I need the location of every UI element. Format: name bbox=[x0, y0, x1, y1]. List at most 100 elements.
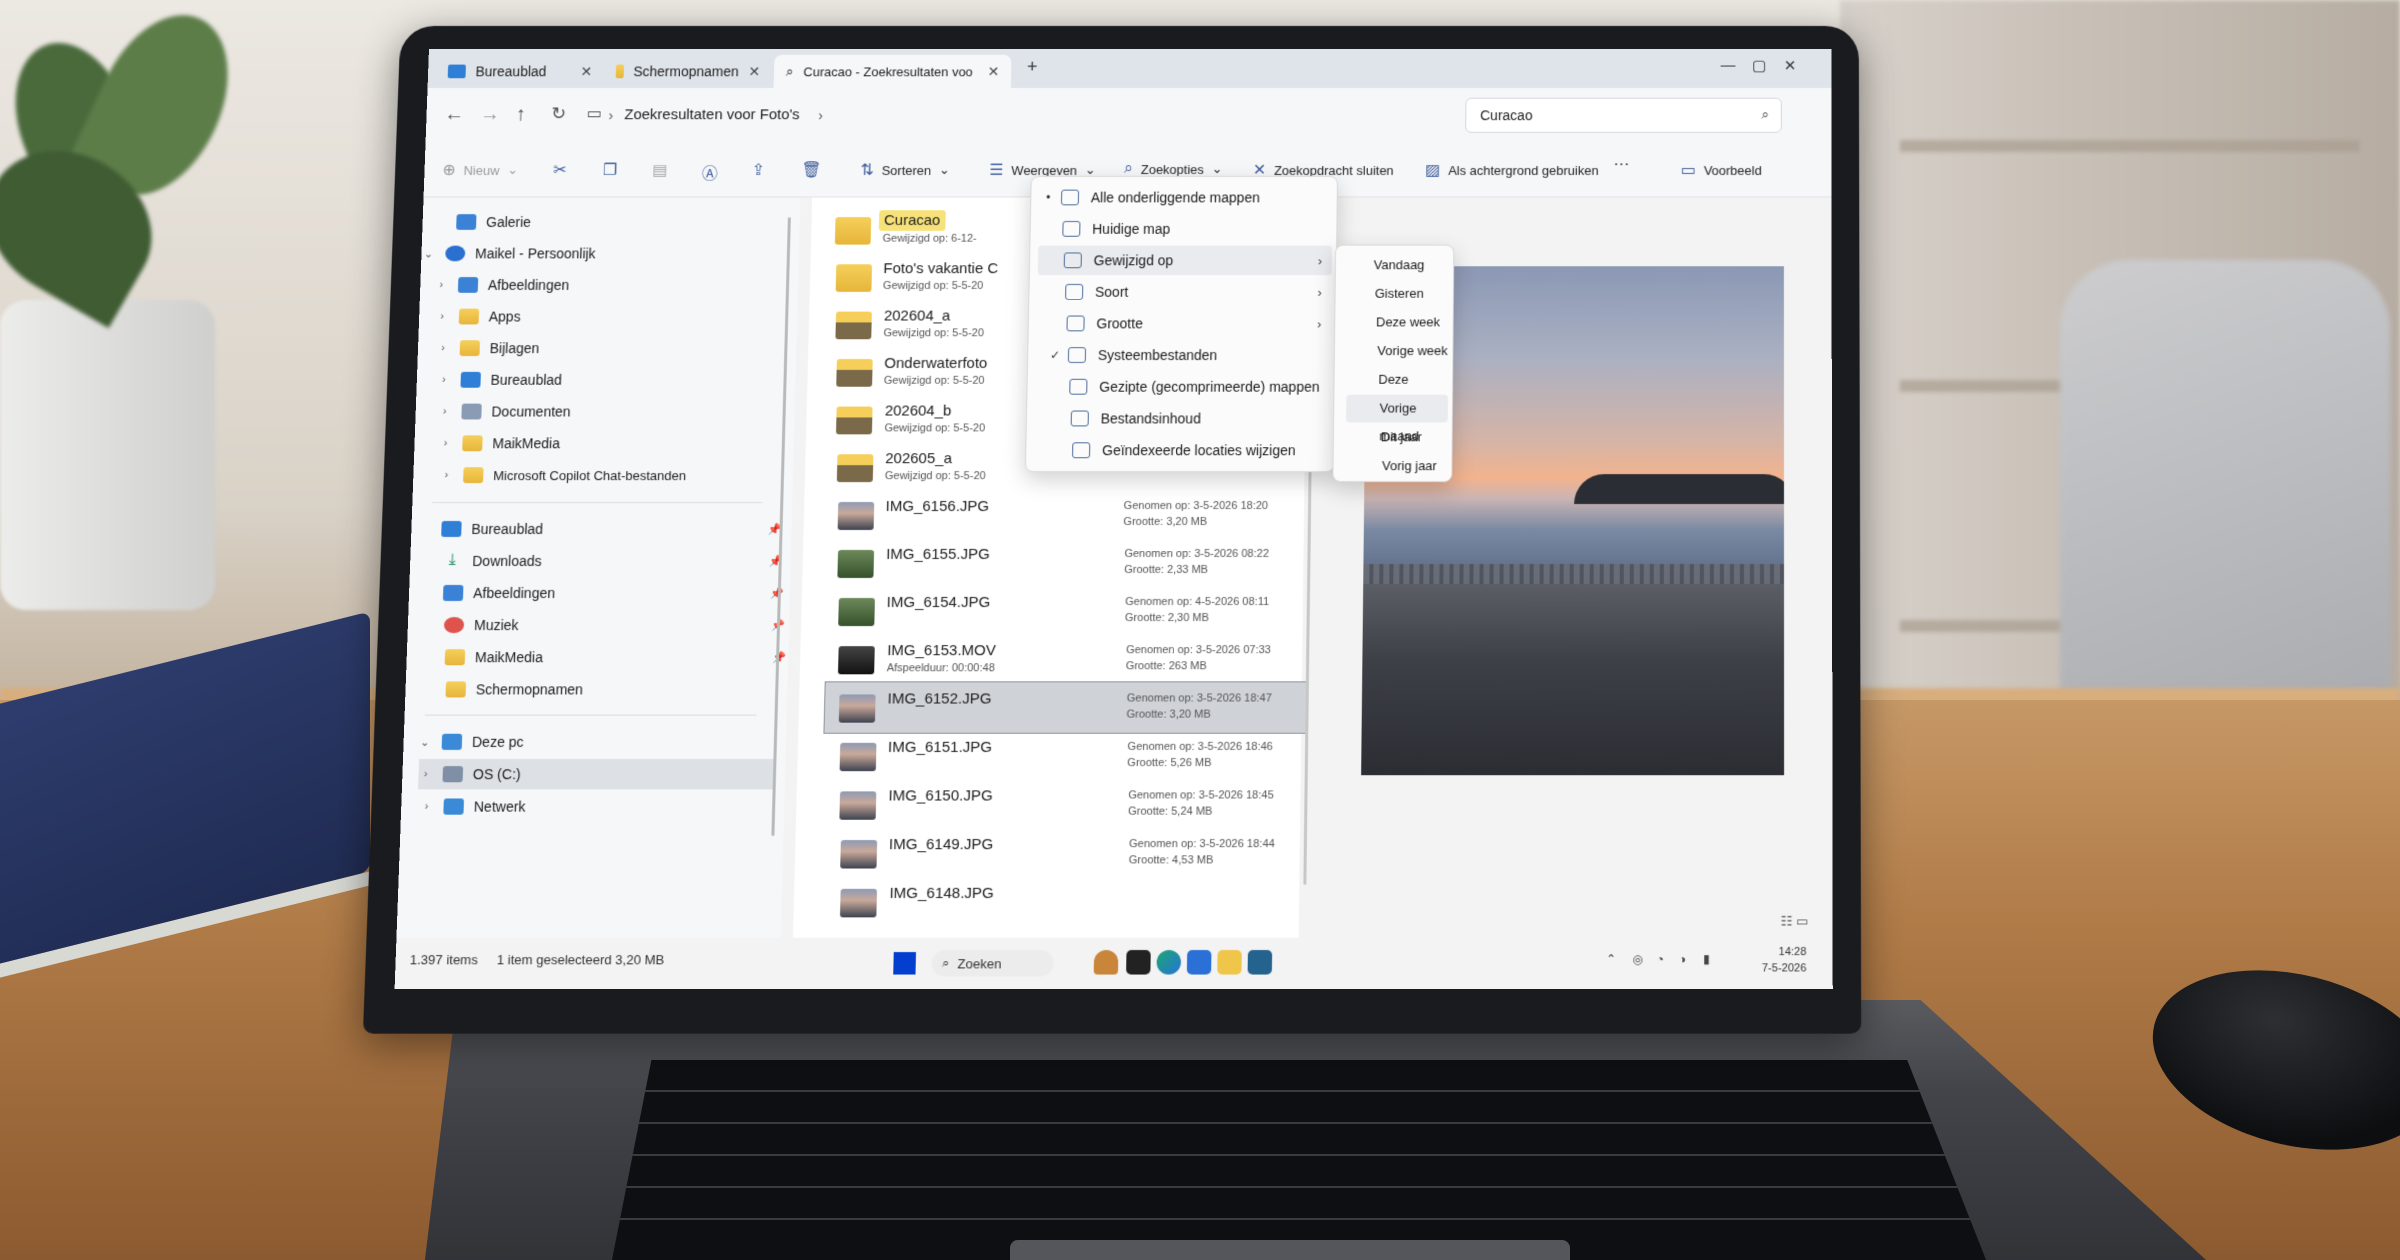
menu-item-kind[interactable]: Soort › bbox=[1039, 277, 1332, 307]
chevron-right-icon[interactable]: › bbox=[419, 801, 434, 813]
rename-button[interactable]: Ⓐ bbox=[702, 160, 719, 184]
windows-start-icon[interactable] bbox=[893, 952, 916, 974]
quick-afbeeldingen[interactable]: Afbeeldingen 📌 bbox=[443, 578, 785, 608]
close-icon[interactable]: ✕ bbox=[748, 63, 760, 80]
nav-bureaublad[interactable]: › Bureaublad bbox=[436, 365, 562, 395]
task-view-icon[interactable] bbox=[1126, 950, 1151, 975]
submenu-item[interactable]: Deze week bbox=[1342, 309, 1449, 337]
back-icon[interactable]: ← bbox=[444, 104, 465, 126]
chevron-right-icon[interactable]: › bbox=[437, 406, 451, 418]
chevron-right-icon[interactable]: › bbox=[818, 107, 823, 123]
app-icon[interactable] bbox=[1248, 950, 1273, 975]
new-button[interactable]: ⊕ Nieuw ⌄ bbox=[442, 160, 518, 180]
submenu-item[interactable]: Vorige maand bbox=[1346, 395, 1448, 423]
file-row[interactable]: IMG_6149.JPG Genomen op: 3-5-2026 18:44 Gr… bbox=[826, 828, 1311, 879]
up-icon[interactable]: ↑ bbox=[515, 104, 526, 126]
tray-app-icon[interactable]: ◎ bbox=[1632, 952, 1643, 966]
file-row[interactable]: IMG_6154.JPG Genomen op: 4-5-2026 08:11 Gr… bbox=[824, 586, 1306, 636]
nav-this-pc[interactable]: ⌄ Deze pc bbox=[417, 727, 524, 757]
forward-icon[interactable]: → bbox=[480, 104, 501, 126]
tray-chevron-icon[interactable]: ⌃ bbox=[1606, 952, 1616, 966]
quick-schermopnamen[interactable]: Schermopnamen bbox=[445, 674, 788, 704]
chevron-right-icon[interactable]: › bbox=[436, 342, 450, 354]
more-button[interactable]: ··· bbox=[1613, 156, 1629, 174]
close-window-icon[interactable]: ✕ bbox=[1784, 57, 1796, 75]
chevron-right-icon[interactable]: › bbox=[437, 374, 451, 386]
submenu-item[interactable]: Dit jaar bbox=[1347, 423, 1448, 451]
battery-icon[interactable]: ▮ bbox=[1703, 952, 1710, 966]
search-input[interactable]: Curacao ⌕ bbox=[1465, 98, 1782, 133]
file-row[interactable]: IMG_6153.MOV Afspeelduur: 00:00:48 Genomen… bbox=[824, 634, 1307, 684]
new-tab-button[interactable]: + bbox=[1027, 57, 1038, 77]
store-icon[interactable] bbox=[1187, 950, 1212, 975]
file-explorer-icon[interactable] bbox=[1217, 950, 1242, 975]
nav-bijlagen[interactable]: › Bijlagen bbox=[435, 333, 539, 363]
wifi-icon[interactable]: ◔ bbox=[1657, 952, 1664, 966]
pin-icon[interactable]: 📌 bbox=[772, 651, 786, 664]
maximize-icon[interactable]: ▢ bbox=[1752, 57, 1766, 75]
menu-item-indexed-locations[interactable]: Geïndexeerde locaties wijzigen bbox=[1046, 435, 1330, 465]
breadcrumb[interactable]: Zoekresultaten voor Foto's bbox=[624, 106, 800, 123]
quick-bureaublad[interactable]: Bureaublad 📌 bbox=[441, 514, 782, 544]
chevron-right-icon[interactable]: › bbox=[439, 469, 453, 481]
tab-curacao-search[interactable]: ⌕ Curacao - Zoekresultaten voo ✕ bbox=[774, 55, 1012, 88]
file-row[interactable]: IMG_6151.JPG Genomen op: 3-5-2026 18:46 Gr… bbox=[825, 731, 1309, 782]
taskbar-search[interactable]: ⌕ Zoeken bbox=[932, 950, 1054, 977]
minimize-icon[interactable]: — bbox=[1721, 57, 1736, 74]
submenu-item[interactable]: Vandaag bbox=[1340, 251, 1450, 279]
chevron-down-icon[interactable]: ⌄ bbox=[417, 735, 432, 748]
file-row[interactable]: IMG_6152.JPG Genomen op: 3-5-2026 18:47 Gr… bbox=[824, 682, 1307, 732]
paste-button[interactable]: ▤ bbox=[652, 160, 668, 180]
nav-gallery[interactable]: Galerie bbox=[432, 207, 531, 236]
share-button[interactable]: ⇪ bbox=[751, 160, 765, 180]
refresh-icon[interactable]: ↻ bbox=[551, 104, 567, 125]
menu-item-size[interactable]: Grootte › bbox=[1040, 309, 1331, 339]
menu-item-modified-date[interactable]: Gewijzigd op › bbox=[1038, 246, 1332, 276]
nav-network[interactable]: › Netwerk bbox=[419, 791, 526, 821]
submenu-item[interactable]: Gisteren bbox=[1341, 280, 1449, 308]
file-row[interactable]: IMG_6156.JPG Genomen op: 3-5-2026 18:20 Gr… bbox=[823, 490, 1304, 540]
menu-item-zipped-folders[interactable]: Gezipte (gecomprimeerde) mappen bbox=[1043, 372, 1330, 402]
edge-icon[interactable] bbox=[1156, 950, 1181, 975]
copy-button[interactable]: ❐ bbox=[603, 160, 618, 180]
file-row[interactable]: IMG_6155.JPG Genomen op: 3-5-2026 08:22 Gr… bbox=[823, 538, 1305, 588]
menu-item-system-files[interactable]: ✓ Systeembestanden bbox=[1042, 340, 1331, 370]
file-row[interactable]: IMG_6150.JPG Genomen op: 3-5-2026 18:45 Gr… bbox=[825, 779, 1310, 830]
nav-maikmedia[interactable]: › MaikMedia bbox=[438, 428, 560, 458]
menu-item-all-subfolders[interactable]: • Alle onderliggende mappen bbox=[1035, 183, 1333, 212]
menu-item-current-folder[interactable]: Huidige map bbox=[1036, 214, 1332, 243]
quick-downloads[interactable]: ⤓ Downloads 📌 bbox=[442, 546, 783, 576]
quick-muziek[interactable]: Muziek 📌 bbox=[443, 610, 785, 640]
set-background-button[interactable]: ▨ Als achtergrond gebruiken bbox=[1425, 160, 1598, 180]
monitor-icon[interactable]: ▭ bbox=[587, 104, 603, 124]
cut-button[interactable]: ✂ bbox=[553, 160, 567, 180]
nav-apps[interactable]: › Apps bbox=[435, 302, 522, 332]
chevron-down-icon[interactable]: ⌄ bbox=[421, 247, 435, 260]
menu-item-file-contents[interactable]: Bestandsinhoud bbox=[1045, 404, 1331, 434]
submenu-item[interactable]: Vorig jaar bbox=[1348, 452, 1448, 480]
nav-documenten[interactable]: › Documenten bbox=[437, 397, 571, 427]
delete-button[interactable]: 🗑 bbox=[801, 160, 822, 180]
chevron-right-icon[interactable]: › bbox=[438, 437, 452, 449]
tab-schermopnamen[interactable]: Schermopnamen ✕ bbox=[604, 55, 773, 88]
widgets-icon[interactable] bbox=[1094, 950, 1119, 975]
close-icon[interactable]: ✕ bbox=[580, 63, 592, 80]
nav-personal[interactable]: ⌄ Maikel - Persoonlijk bbox=[421, 239, 596, 269]
submenu-item[interactable]: Vorige week bbox=[1343, 337, 1448, 365]
volume-icon[interactable]: ◑ bbox=[1679, 952, 1686, 966]
quick-maikmedia[interactable]: MaikMedia 📌 bbox=[444, 642, 786, 672]
close-icon[interactable]: ✕ bbox=[988, 63, 1000, 80]
chevron-right-icon[interactable]: › bbox=[418, 768, 433, 780]
search-icon[interactable]: ⌕ bbox=[1761, 106, 1769, 123]
chevron-right-icon[interactable]: › bbox=[434, 279, 448, 291]
file-row[interactable]: IMG_6148.JPG bbox=[826, 877, 1312, 928]
nav-copilot-chat[interactable]: › Microsoft Copilot Chat-bestanden bbox=[439, 460, 687, 490]
clock[interactable]: 14:28 7-5-2026 bbox=[1762, 944, 1807, 977]
submenu-item[interactable]: Deze maand bbox=[1344, 366, 1448, 394]
preview-button[interactable]: ▭ Voorbeeld bbox=[1681, 160, 1762, 180]
tab-bureaublad[interactable]: Bureaublad ✕ bbox=[435, 55, 604, 88]
nav-os-drive[interactable]: › OS (C:) bbox=[418, 759, 773, 789]
chevron-right-icon[interactable]: › bbox=[435, 311, 449, 323]
view-toggle-icons[interactable]: ☷ ▭ bbox=[1781, 913, 1809, 929]
sort-button[interactable]: ⇅ Sorteren ⌄ bbox=[860, 160, 950, 180]
